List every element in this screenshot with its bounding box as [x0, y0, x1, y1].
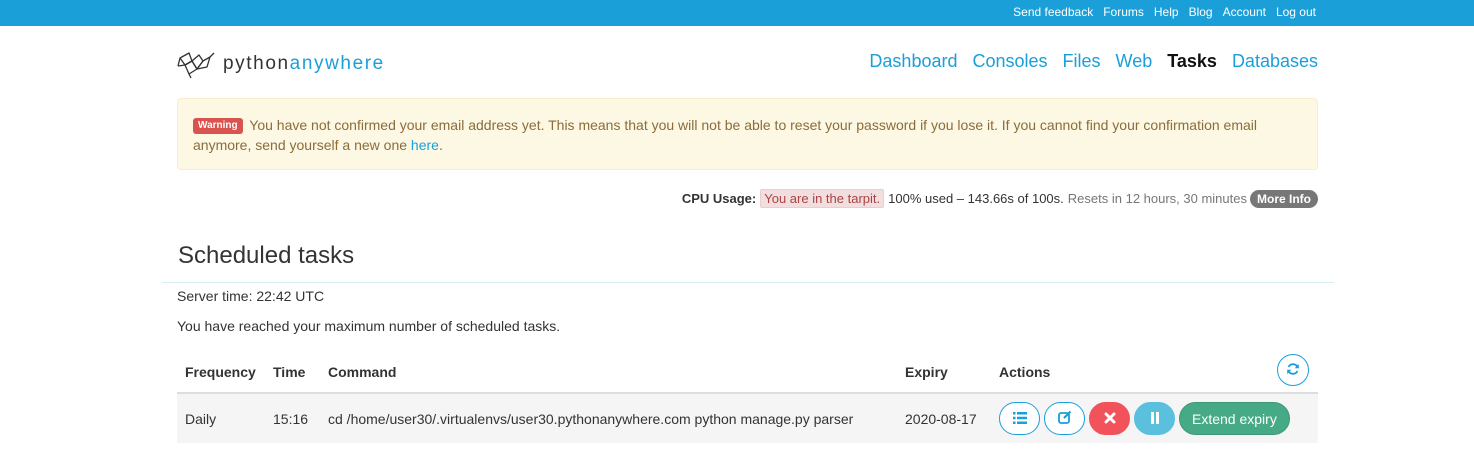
tarpit-status: You are in the tarpit. — [760, 189, 885, 208]
logo-text-python: python — [223, 53, 290, 74]
max-tasks-message: You have reached your maximum number of … — [177, 318, 561, 334]
header-expiry: Expiry — [897, 355, 991, 394]
forums-link[interactable]: Forums — [1103, 5, 1144, 19]
close-icon — [1104, 411, 1116, 427]
main-nav: Dashboard Consoles Files Web Tasks Datab… — [869, 51, 1318, 72]
view-log-button[interactable] — [999, 402, 1040, 435]
edit-icon — [1057, 410, 1072, 427]
warning-text: You have not confirmed your email addres… — [193, 117, 1258, 153]
nav-files[interactable]: Files — [1063, 51, 1101, 72]
resend-confirmation-link[interactable]: here — [411, 137, 439, 153]
send-feedback-link[interactable]: Send feedback — [1013, 5, 1093, 19]
cpu-usage-value: 100% used – 143.66s of 100s. — [888, 191, 1064, 206]
page-title: Scheduled tasks — [178, 242, 355, 269]
task-actions: Extend expiry — [991, 393, 1318, 443]
task-command: cd /home/user30/.virtualenvs/user30.pyth… — [320, 393, 897, 443]
nav-dashboard[interactable]: Dashboard — [869, 51, 957, 72]
snake-logo-icon — [177, 49, 215, 79]
list-icon — [1012, 411, 1027, 427]
logo-text: pythonanywhere — [223, 53, 385, 75]
delete-task-button[interactable] — [1089, 402, 1130, 435]
help-link[interactable]: Help — [1154, 5, 1179, 19]
cpu-reset-time: Resets in 12 hours, 30 minutes — [1067, 191, 1247, 206]
nav-databases[interactable]: Databases — [1232, 51, 1318, 72]
account-link[interactable]: Account — [1223, 5, 1266, 19]
title-divider — [162, 282, 1334, 283]
pause-icon — [1150, 411, 1160, 427]
header-time: Time — [265, 355, 320, 394]
logo-text-anywhere: anywhere — [289, 53, 385, 74]
warning-badge: Warning — [193, 118, 243, 134]
logo[interactable]: pythonanywhere — [177, 49, 385, 79]
nav-web[interactable]: Web — [1116, 51, 1153, 72]
tasks-table: Frequency Time Command Expiry Actions Da… — [177, 355, 1318, 443]
warning-suffix: . — [438, 137, 443, 153]
task-frequency: Daily — [177, 393, 265, 443]
header-actions: Actions — [991, 355, 1318, 394]
top-links: Send feedback Forums Help Blog Account L… — [1013, 5, 1316, 19]
blog-link[interactable]: Blog — [1189, 5, 1213, 19]
logout-link[interactable]: Log out — [1276, 5, 1316, 19]
task-action-buttons: Extend expiry — [999, 402, 1310, 435]
nav-consoles[interactable]: Consoles — [972, 51, 1047, 72]
pause-task-button[interactable] — [1134, 402, 1175, 435]
extend-expiry-button[interactable]: Extend expiry — [1179, 402, 1290, 435]
cpu-usage: CPU Usage: You are in the tarpit. 100% u… — [682, 189, 1318, 208]
email-warning-alert: Warning You have not confirmed your emai… — [177, 98, 1318, 170]
edit-task-button[interactable] — [1044, 402, 1085, 435]
table-row: Daily 15:16 cd /home/user30/.virtualenvs… — [177, 393, 1318, 443]
task-time: 15:16 — [265, 393, 320, 443]
refresh-icon — [1286, 362, 1300, 379]
nav-tasks[interactable]: Tasks — [1167, 51, 1217, 72]
top-bar: Send feedback Forums Help Blog Account L… — [0, 0, 1474, 26]
refresh-button[interactable] — [1277, 354, 1309, 386]
header-frequency: Frequency — [177, 355, 265, 394]
task-expiry: 2020-08-17 — [897, 393, 991, 443]
more-info-button[interactable]: More Info — [1250, 189, 1318, 208]
header-command: Command — [320, 355, 897, 394]
cpu-usage-label: CPU Usage: — [681, 191, 757, 206]
table-header-row: Frequency Time Command Expiry Actions — [177, 355, 1318, 394]
server-time: Server time: 22:42 UTC — [177, 288, 325, 304]
